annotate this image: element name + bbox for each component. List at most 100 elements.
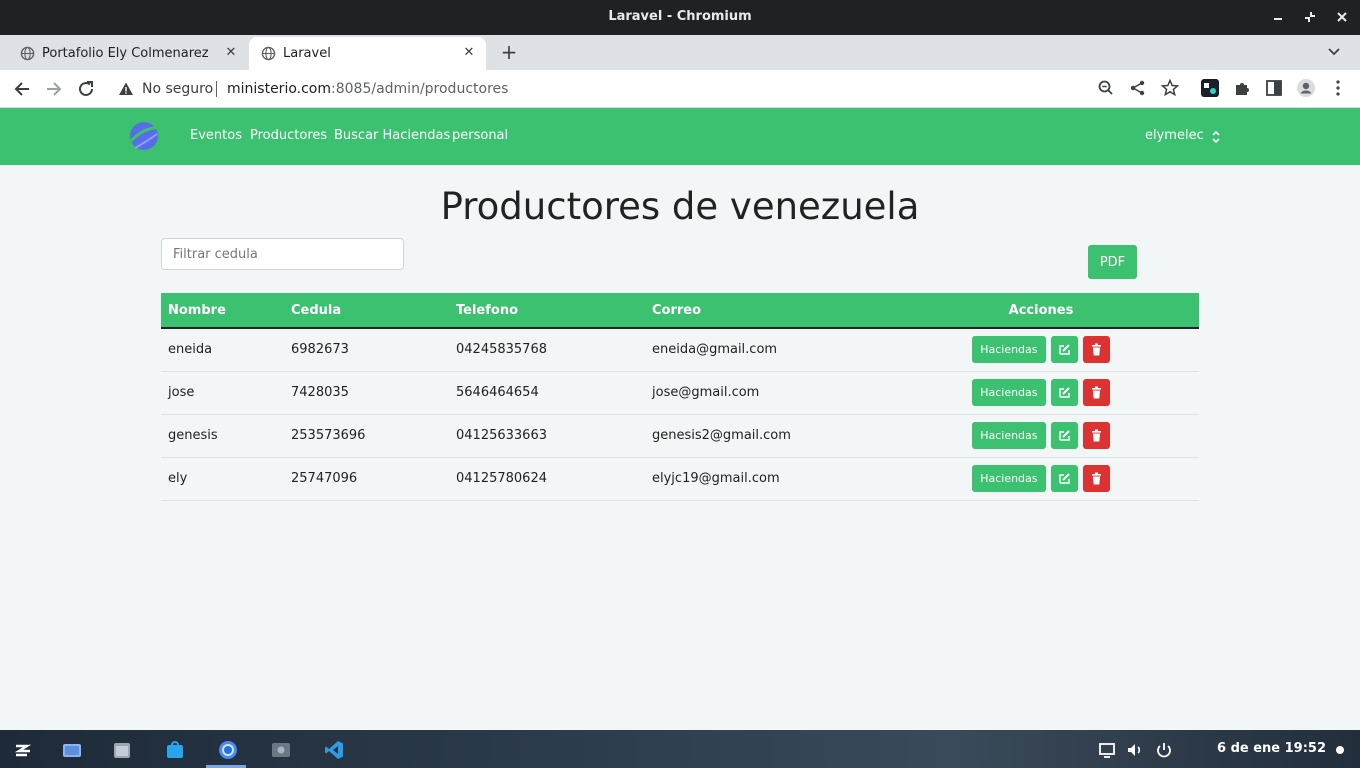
more-menu-icon[interactable] xyxy=(1328,78,1348,98)
table-row: genesis 253573696 04125633663 genesis2@g… xyxy=(161,414,1199,458)
tab-strip: Portafolio Ely Colmenarez ✕ Laravel ✕ xyxy=(0,35,1360,70)
side-panel-icon[interactable] xyxy=(1264,78,1284,98)
edit-icon xyxy=(1058,473,1070,484)
cell-telefono: 04125780624 xyxy=(449,457,645,501)
cell-nombre: jose xyxy=(161,371,284,415)
zoom-icon[interactable] xyxy=(1096,78,1116,98)
page-title: Productores de venezuela xyxy=(440,185,920,228)
edit-button[interactable] xyxy=(1050,336,1078,364)
haciendas-button[interactable]: Haciendas xyxy=(972,465,1046,492)
cell-cedula: 6982673 xyxy=(284,328,449,372)
forward-icon[interactable] xyxy=(43,78,65,100)
cell-nombre: genesis xyxy=(161,414,284,458)
haciendas-button[interactable]: Haciendas xyxy=(972,379,1046,406)
haciendas-button[interactable]: Haciendas xyxy=(972,422,1046,449)
cell-cedula: 253573696 xyxy=(284,414,449,458)
bookmark-star-icon[interactable] xyxy=(1160,78,1180,98)
browser-toolbar: No seguro ministerio.com:8085/admin/prod… xyxy=(0,70,1360,108)
tab-close-icon[interactable]: ✕ xyxy=(222,44,240,62)
edit-button[interactable] xyxy=(1050,422,1078,449)
restore-icon[interactable] xyxy=(1299,6,1321,28)
globe-icon xyxy=(20,46,35,61)
tab-label: Laravel xyxy=(283,46,331,61)
table-row: ely 25747096 04125780624 elyjc19@gmail.c… xyxy=(161,457,1199,501)
nav-link-productores[interactable]: Productores xyxy=(250,128,327,143)
tab-search-chevron-icon[interactable] xyxy=(1326,44,1342,60)
vscode-icon[interactable] xyxy=(324,740,344,760)
url-text[interactable]: ministerio.com:8085/admin/productores xyxy=(227,81,508,97)
cell-cedula: 25747096 xyxy=(284,457,449,501)
cell-acciones: Haciendas xyxy=(883,371,1199,415)
user-menu[interactable]: elymelec xyxy=(1145,128,1204,143)
table-header-row: Nombre Cedula Telefono Correo Acciones xyxy=(161,293,1199,329)
notification-dot-icon[interactable] xyxy=(1336,746,1344,754)
profile-avatar-icon[interactable] xyxy=(1296,78,1316,98)
cell-correo: genesis2@gmail.com xyxy=(645,414,883,458)
new-tab-icon[interactable]: + xyxy=(498,41,520,63)
close-window-icon[interactable] xyxy=(1331,6,1353,28)
cell-correo: elyjc19@gmail.com xyxy=(645,457,883,501)
tab-laravel[interactable]: Laravel ✕ xyxy=(249,37,486,70)
volume-icon[interactable] xyxy=(1125,740,1145,760)
taskbar-clock[interactable]: 6 de ene 19:52 xyxy=(1217,741,1326,756)
cell-telefono: 04125633663 xyxy=(449,414,645,458)
address-bar[interactable]: No seguro ministerio.com:8085/admin/prod… xyxy=(108,73,1188,105)
screenshot-tool-icon[interactable] xyxy=(271,740,291,760)
delete-button[interactable] xyxy=(1082,465,1110,492)
delete-button[interactable] xyxy=(1082,422,1110,449)
files-icon[interactable] xyxy=(112,740,132,760)
url-path: :8085/admin/productores xyxy=(331,81,509,97)
warning-icon[interactable] xyxy=(118,81,134,97)
column-header-nombre: Nombre xyxy=(161,293,284,329)
display-icon[interactable] xyxy=(1097,740,1117,760)
productores-table: Nombre Cedula Telefono Correo Acciones e… xyxy=(161,293,1199,501)
delete-button[interactable] xyxy=(1082,336,1110,364)
nav-link-eventos[interactable]: Eventos xyxy=(190,128,242,143)
desktop-taskbar: 6 de ene 19:52 xyxy=(0,730,1360,768)
cell-acciones: Haciendas xyxy=(883,414,1199,458)
app-logo-icon[interactable] xyxy=(127,120,163,153)
extensions-puzzle-icon[interactable] xyxy=(1232,78,1252,98)
nav-link-personal[interactable]: personal xyxy=(452,128,508,143)
extension-app-icon[interactable] xyxy=(1200,78,1220,98)
trash-icon xyxy=(1091,386,1101,399)
nav-link-buscar-haciendas[interactable]: Buscar Haciendas xyxy=(334,128,450,143)
globe-icon xyxy=(261,46,276,61)
cell-acciones: Haciendas xyxy=(883,328,1199,372)
share-icon[interactable] xyxy=(1128,78,1148,98)
windows-overview-icon[interactable] xyxy=(62,740,82,760)
app-launcher-icon[interactable] xyxy=(13,740,33,760)
power-icon[interactable] xyxy=(1154,740,1174,760)
cell-cedula: 7428035 xyxy=(284,371,449,415)
edit-button[interactable] xyxy=(1050,379,1078,406)
cell-acciones: Haciendas xyxy=(883,457,1199,501)
trash-icon xyxy=(1091,429,1101,442)
filter-cedula-input[interactable] xyxy=(161,238,404,270)
tab-portafolio[interactable]: Portafolio Ely Colmenarez ✕ xyxy=(8,37,248,70)
trash-icon xyxy=(1091,343,1101,356)
tab-close-icon[interactable]: ✕ xyxy=(460,44,478,62)
software-store-icon[interactable] xyxy=(165,740,185,760)
tab-label: Portafolio Ely Colmenarez xyxy=(42,46,209,61)
delete-button[interactable] xyxy=(1082,379,1110,406)
column-header-acciones: Acciones xyxy=(883,293,1199,329)
omnibox-divider xyxy=(216,81,217,97)
column-header-correo: Correo xyxy=(645,293,883,329)
column-header-cedula: Cedula xyxy=(284,293,449,329)
back-icon[interactable] xyxy=(11,78,33,100)
cell-correo: jose@gmail.com xyxy=(645,371,883,415)
chromium-icon[interactable] xyxy=(218,740,238,760)
minimize-icon[interactable] xyxy=(1267,6,1289,28)
chevron-updown-icon[interactable] xyxy=(1210,129,1222,145)
window-title: Laravel - Chromium xyxy=(608,9,752,24)
edit-icon xyxy=(1058,387,1070,398)
table-row: eneida 6982673 04245835768 eneida@gmail.… xyxy=(161,328,1199,372)
pdf-button[interactable]: PDF xyxy=(1088,245,1137,279)
reload-icon[interactable] xyxy=(75,78,97,100)
haciendas-button[interactable]: Haciendas xyxy=(972,336,1046,364)
edit-button[interactable] xyxy=(1050,465,1078,492)
security-status[interactable]: No seguro xyxy=(142,81,213,97)
url-host: ministerio.com xyxy=(227,81,332,97)
app-navbar: Eventos Productores Buscar Haciendas per… xyxy=(0,108,1360,165)
window-titlebar: Laravel - Chromium xyxy=(0,0,1360,35)
